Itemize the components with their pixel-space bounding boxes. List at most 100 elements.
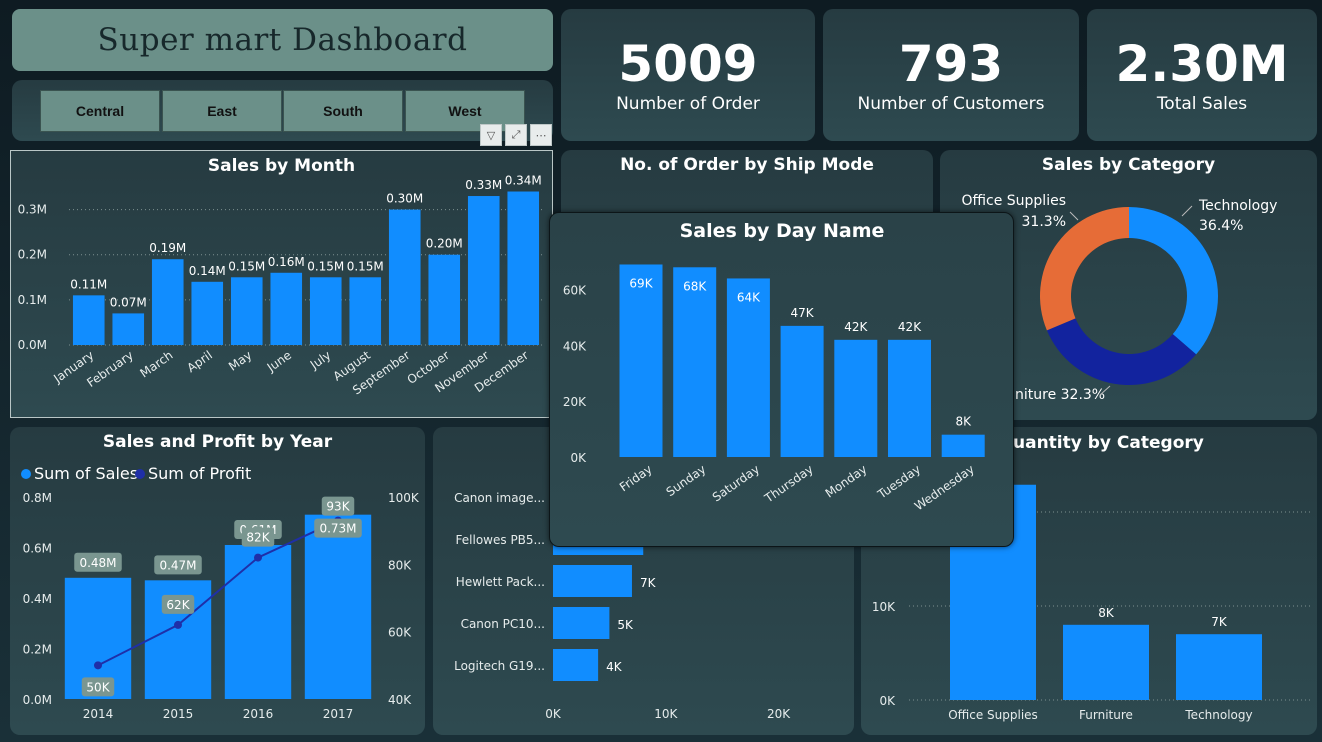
day-data-label: 42K: [844, 320, 868, 334]
product-label: Canon PC10...: [461, 617, 545, 631]
month-bar: [270, 272, 303, 345]
month-ytick: 0.1M: [18, 293, 47, 307]
category-slice: [1046, 318, 1197, 386]
slice-label-office: Office Supplies: [961, 193, 1066, 209]
year-ytick-left: 0.6M: [23, 542, 52, 556]
month-bar: [507, 191, 540, 345]
kpi-orders-label: Number of Order: [616, 94, 760, 114]
year-sales-label: 0.73M: [319, 522, 356, 536]
kpi-sales-card: 2.30M Total Sales: [1087, 9, 1317, 141]
slice-label-furniture: niture 32.3%: [1015, 387, 1105, 403]
day-title: Sales by Day Name: [680, 220, 885, 242]
year-profit-point: [94, 661, 102, 670]
month-bar: [151, 259, 184, 345]
month-data-label: 0.19M: [149, 241, 186, 255]
product-data-label: 4K: [606, 660, 623, 674]
year-profit-label: 62K: [166, 598, 190, 612]
month-bar: [191, 281, 224, 345]
day-xtick: Monday: [823, 462, 870, 501]
more-options-icon[interactable]: ⋯: [530, 124, 552, 146]
day-xtick: Tuesday: [874, 462, 923, 502]
quantity-bar: [1176, 634, 1262, 700]
month-bar: [388, 209, 421, 345]
product-data-label: 7K: [640, 576, 657, 590]
visual-header-toolbar: ▽ ⤢ ⋯: [454, 120, 552, 146]
sales-by-month-panel[interactable]: Sales by Month 0.0M 0.1M 0.2M 0.3M 0.11M Janu…: [10, 150, 553, 418]
slicer-south-button[interactable]: South: [283, 90, 403, 132]
legend-sales-marker: [21, 469, 31, 479]
month-data-label: 0.15M: [307, 259, 344, 273]
month-data-label: 0.20M: [426, 237, 463, 251]
region-slicer: Central East South West ▽ ⤢ ⋯: [12, 80, 553, 146]
product-xtick: 20K: [767, 707, 791, 721]
year-profit-label: 93K: [326, 500, 350, 514]
month-ytick: 0.2M: [18, 248, 47, 262]
year-ytick-right: 100K: [388, 491, 420, 505]
sales-by-day-name-popup[interactable]: Sales by Day Name 0K 20K 40K 60K 69K Friday 68K…: [549, 212, 1014, 547]
day-bar: [888, 339, 931, 457]
day-bar: [619, 264, 663, 457]
focus-mode-icon[interactable]: ⤢: [505, 124, 527, 146]
sales-by-month-chart: 0.0M0.1M0.2M0.3M0.11MJanuary0.07MFebruar…: [18, 174, 543, 398]
year-sales-bar: [224, 544, 292, 699]
month-data-label: 0.16M: [268, 255, 305, 269]
day-ytick: 0K: [570, 451, 587, 465]
month-bar: [309, 277, 342, 345]
year-ytick-right: 60K: [388, 626, 412, 640]
kpi-customers-value: 793: [898, 35, 1004, 93]
month-xtick: July: [307, 348, 334, 372]
month-data-label: 0.15M: [228, 259, 265, 273]
ship-mode-title: No. of Order by Ship Mode: [620, 155, 874, 175]
quantity-xtick: Technology: [1184, 708, 1252, 722]
kpi-orders-value: 5009: [618, 35, 758, 93]
kpi-sales-label: Total Sales: [1156, 94, 1248, 114]
month-bar: [230, 277, 263, 345]
slice-percent-technology: 36.4%: [1199, 218, 1243, 234]
year-ytick-left: 0.0M: [23, 693, 52, 707]
slicer-central-button[interactable]: Central: [40, 90, 160, 132]
kpi-sales-value: 2.30M: [1115, 35, 1289, 93]
day-bar: [780, 325, 824, 457]
slice-leader-office: [1069, 211, 1079, 221]
slicer-east-button[interactable]: East: [162, 90, 282, 132]
product-data-label: 5K: [617, 618, 634, 632]
day-xtick: Saturday: [710, 462, 762, 504]
quantity-title: uantity by Category: [1013, 433, 1204, 453]
sales-by-day-name-chart: Sales by Day Name 0K 20K 40K 60K 69K Friday 68K…: [563, 220, 985, 513]
month-xtick: June: [264, 348, 294, 375]
month-bar: [349, 277, 382, 345]
month-xtick: May: [226, 348, 254, 374]
product-label: Fellowes PB5...: [456, 533, 545, 547]
day-ytick: 60K: [563, 284, 587, 298]
month-bar: [467, 196, 500, 345]
product-bar: [553, 565, 632, 597]
day-ytick: 20K: [563, 395, 587, 409]
product-bar: [553, 649, 599, 681]
month-bar: [428, 254, 461, 345]
month-bar: [112, 313, 145, 345]
month-bar: [72, 295, 105, 345]
product-bar: [553, 607, 610, 639]
kpi-customers-label: Number of Customers: [857, 94, 1045, 114]
month-xtick: March: [137, 348, 175, 380]
product-xtick: 0K: [545, 707, 562, 721]
slice-percent-office: 31.3%: [1022, 214, 1066, 230]
legend-profit-marker: [135, 469, 145, 479]
quantity-data-label: 7K: [1211, 615, 1228, 629]
day-xtick: Wednesday: [912, 462, 977, 513]
sales-profit-year-panel[interactable]: Sales and Profit by Year Sum of Sales Sum…: [10, 427, 425, 735]
month-data-label: 0.33M: [465, 178, 502, 192]
day-xtick: Friday: [617, 462, 655, 494]
slice-label-technology: Technology: [1198, 198, 1277, 214]
product-label: Logitech G19...: [454, 659, 545, 673]
month-data-label: 0.14M: [189, 264, 226, 278]
day-ytick: 40K: [563, 339, 587, 353]
filter-icon[interactable]: ▽: [480, 124, 502, 146]
sales-profit-year-chart: Sum of Sales Sum of Profit 0.0M 0.2M 0.4M 0.6…: [21, 464, 420, 721]
quantity-xtick: Furniture: [1079, 708, 1133, 722]
quantity-ytick: 0K: [879, 694, 896, 708]
year-sales-label: 0.48M: [79, 556, 116, 570]
day-bar: [941, 434, 985, 457]
quantity-xtick: Office Supplies: [948, 708, 1038, 722]
year-ytick-left: 0.2M: [23, 643, 52, 657]
